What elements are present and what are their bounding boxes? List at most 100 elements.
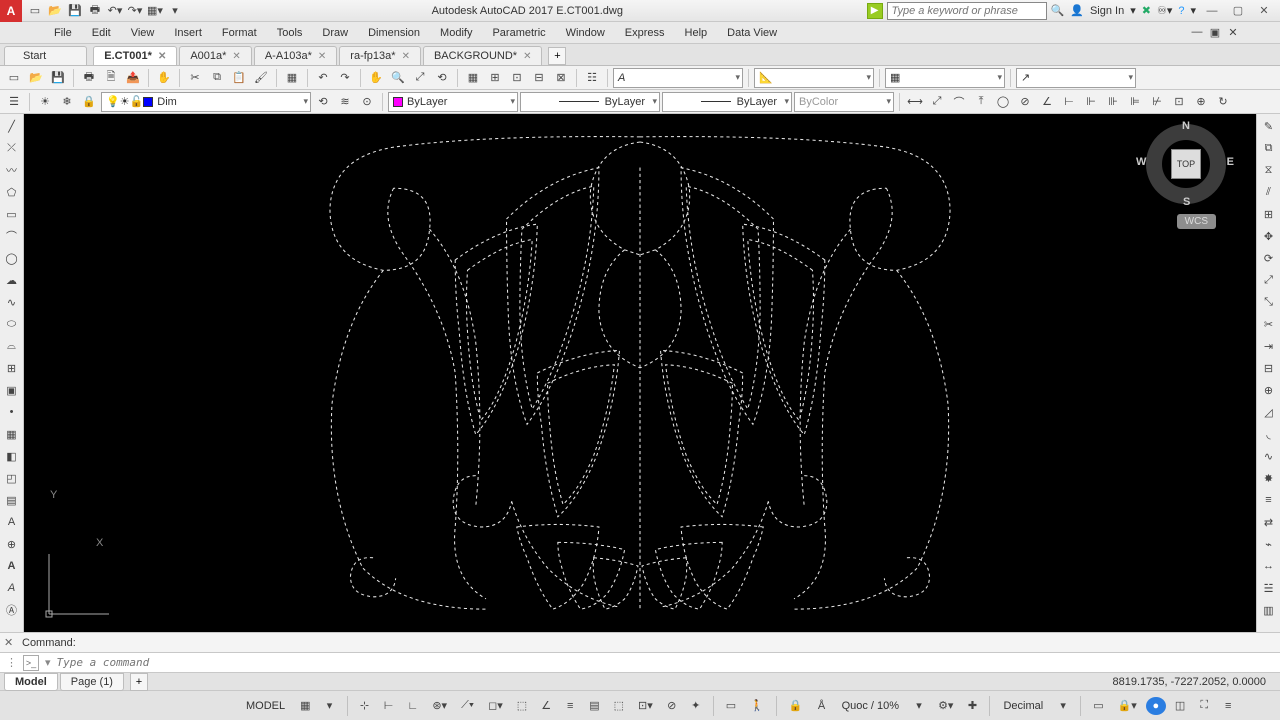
cmdline-handle-icon[interactable]: ⋮ [6,656,17,669]
scale-icon[interactable]: ⤢ [1259,270,1279,290]
layout-tab-page1[interactable]: Page (1) [60,673,124,691]
arc-icon[interactable]: ⌒ [2,226,22,246]
doc-tab-0[interactable]: E.CT001*✕ [93,46,177,65]
offset-icon[interactable]: ⫽ [1259,182,1279,202]
layer-iso-icon[interactable]: ⊙ [357,92,377,112]
viewport2-icon[interactable]: ⊞ [485,68,505,88]
hw-accel-icon[interactable]: ● [1146,697,1166,715]
app-logo[interactable]: A [0,0,22,22]
plot-icon[interactable]: 🖶 [79,68,99,88]
lengthen-icon[interactable]: ↔ [1259,556,1279,576]
revcloud-icon[interactable]: ☁ [2,270,22,290]
addselected-icon[interactable]: ⊕ [2,534,22,554]
grid-dropdown-icon[interactable]: ▾ [320,695,340,717]
layer-freeze-icon[interactable]: ❄ [57,92,77,112]
matchprop-icon[interactable]: 🖌 [251,68,271,88]
fillet-icon[interactable]: ◟ [1259,424,1279,444]
mtext-icon[interactable]: A [2,512,22,532]
otrack-icon[interactable]: ∠ [536,695,556,717]
snap-icon[interactable]: ⊹ [355,695,375,717]
menu-dataview[interactable]: Data View [717,24,787,42]
sign-in-dropdown-icon[interactable]: ▾ [1130,4,1136,17]
grid-icon[interactable]: ▦ [295,695,315,717]
ellipse-icon[interactable]: ⬭ [2,314,22,334]
polar-icon[interactable]: ⊛▾ [427,695,452,717]
new-tab-button[interactable]: + [548,47,566,65]
layer-combo[interactable]: 💡☀🔓Dim [101,92,311,112]
ortho-icon[interactable]: ∟ [403,695,424,717]
insert-icon[interactable]: ⊞ [2,358,22,378]
doc-minimize-icon[interactable]: — [1188,26,1206,39]
move-icon[interactable]: ✥ [1259,226,1279,246]
hatch-icon[interactable]: ▦ [2,424,22,444]
point-icon[interactable]: • [2,402,22,422]
trim-icon[interactable]: ✂ [1259,314,1279,334]
minimize-button[interactable]: — [1202,2,1222,20]
units-dropdown-icon[interactable]: ▾ [1053,695,1073,717]
start-tab[interactable]: Start [4,46,87,65]
copy-icon[interactable]: ⧉ [207,68,227,88]
stretch-icon[interactable]: ⤡ [1259,292,1279,312]
annomonitor-icon[interactable]: ✚ [962,695,982,717]
3dosnap-icon[interactable]: ⬚ [512,695,532,717]
viewport-scale2-icon[interactable]: ⊟ [529,68,549,88]
doc-tab-2[interactable]: A-A103a*✕ [254,46,337,65]
line-icon[interactable]: ╱ [2,116,22,136]
viewport-icon[interactable]: ▦ [463,68,483,88]
close-tab-icon[interactable]: ✕ [232,51,240,62]
command-input[interactable] [57,656,1274,669]
arctext-icon[interactable]: Ⓐ [2,600,22,620]
close-tab-icon[interactable]: ✕ [158,51,166,62]
dim-ordinate-icon[interactable]: ⤒ [971,92,991,112]
layer-state-icon[interactable]: ☀ [35,92,55,112]
color-combo[interactable]: ByLayer [388,92,518,112]
exchange-icon[interactable]: ✖ [1142,4,1151,17]
annoscale-show-icon[interactable]: Å [812,695,832,717]
menu-draw[interactable]: Draw [312,24,358,42]
preview-icon[interactable]: 🗎 [101,68,121,88]
cleanscreen-icon[interactable]: ⛶ [1194,695,1214,717]
a360-icon[interactable]: ♾▾ [1157,4,1172,17]
dim-break-icon[interactable]: ⊬ [1147,92,1167,112]
menu-dimension[interactable]: Dimension [358,24,430,42]
linetype-combo[interactable]: ByLayer [520,92,660,112]
menu-view[interactable]: View [121,24,165,42]
open-icon[interactable]: 📂 [26,68,46,88]
viewcube-south[interactable]: S [1183,196,1190,208]
dim-diameter-icon[interactable]: ⊘ [1015,92,1035,112]
plotstyle-combo[interactable]: ByColor [794,92,894,112]
menu-parametric[interactable]: Parametric [482,24,555,42]
lineweight-combo[interactable]: ByLayer [662,92,792,112]
reverse-icon[interactable]: ⇄ [1259,512,1279,532]
workspace-icon[interactable]: ▦▾ [146,2,164,20]
changespace-icon[interactable]: ▥ [1259,600,1279,620]
customize-icon[interactable]: ≡ [1218,695,1238,717]
selection-filter-icon[interactable]: ⊘ [662,695,682,717]
menu-insert[interactable]: Insert [164,24,212,42]
pedit-icon[interactable]: ⌁ [1259,534,1279,554]
break-icon[interactable]: ⊟ [1259,358,1279,378]
blockeditor-icon[interactable]: ▦ [282,68,302,88]
block-icon[interactable]: ▣ [2,380,22,400]
chamfer-icon[interactable]: ◿ [1259,402,1279,422]
textstyle-combo[interactable]: A [613,68,743,88]
dim-quick-icon[interactable]: ⊢ [1059,92,1079,112]
close-cmdline-icon[interactable]: ✕ [4,636,13,649]
close-tab-icon[interactable]: ✕ [523,51,531,62]
rotate-icon[interactable]: ⟳ [1259,248,1279,268]
publish-icon[interactable]: 📤 [123,68,143,88]
dim-space-icon[interactable]: ⊫ [1125,92,1145,112]
help-search-input[interactable] [887,2,1047,20]
dim-baseline-icon[interactable]: ⊩ [1081,92,1101,112]
table-icon[interactable]: ▤ [2,490,22,510]
viewport-scale-icon[interactable]: ⊡ [507,68,527,88]
dim-radius-icon[interactable]: ◯ [993,92,1013,112]
extend-icon[interactable]: ⇥ [1259,336,1279,356]
properties-icon[interactable]: ☷ [582,68,602,88]
print-icon[interactable]: 🖶 [86,2,104,20]
zoom-previous-icon[interactable]: ⟲ [432,68,452,88]
dtext-icon[interactable]: A [2,578,22,598]
layer-lock-icon[interactable]: 🔒 [79,92,99,112]
join-icon[interactable]: ⊕ [1259,380,1279,400]
dim-arc-icon[interactable]: ⌒ [949,92,969,112]
